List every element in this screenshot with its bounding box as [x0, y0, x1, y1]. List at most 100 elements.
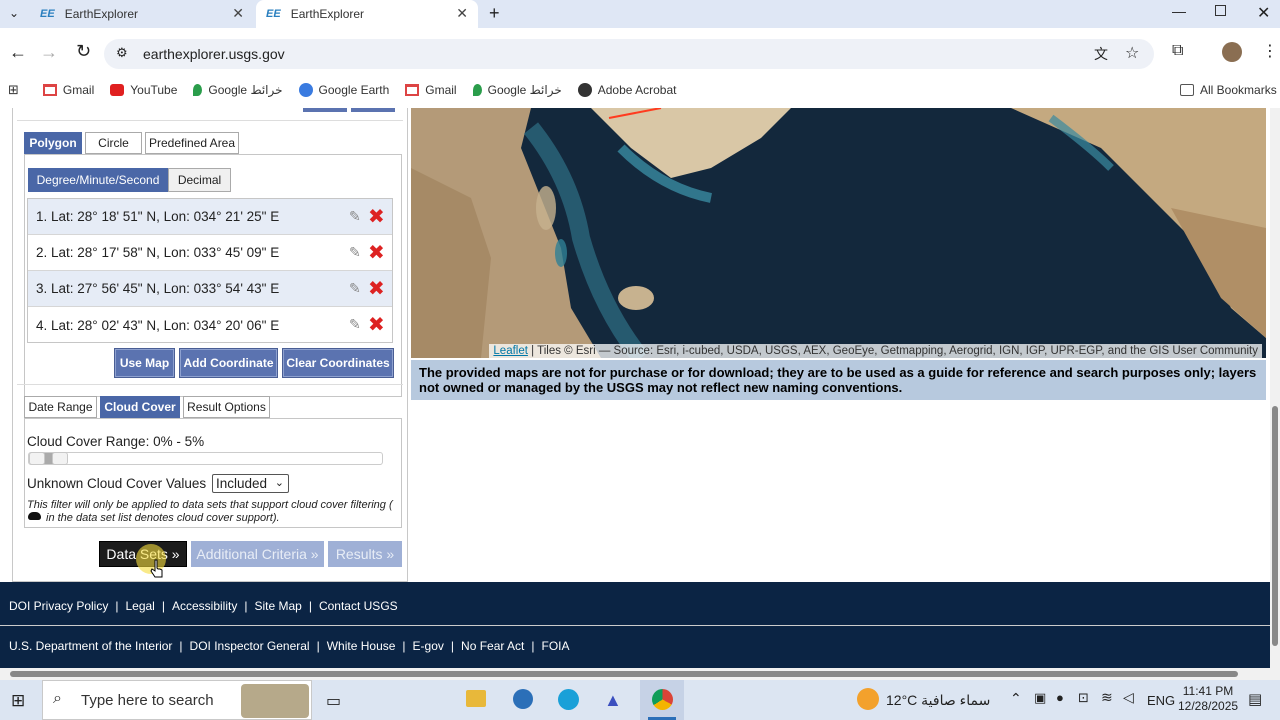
browser-tab-2[interactable]: EE EarthExplorer ✕: [256, 0, 478, 28]
vertical-scroll-thumb[interactable]: [1272, 406, 1278, 646]
device-icon[interactable]: ▣: [1034, 690, 1046, 706]
leaflet-link[interactable]: Leaflet: [493, 345, 528, 357]
bookmark-adobe-acrobat[interactable]: Adobe Acrobat: [577, 82, 676, 97]
clock[interactable]: 11:41 PM 12/28/2025: [1178, 684, 1238, 714]
tab-predefined-area[interactable]: Predefined Area: [145, 132, 239, 154]
menu-kebab-icon[interactable]: ⋮: [1262, 41, 1278, 61]
profile-avatar[interactable]: [1222, 42, 1242, 62]
volume-icon[interactable]: ◁: [1123, 689, 1134, 706]
coordinate-list: 1. Lat: 28° 18' 51" N, Lon: 034° 21' 25"…: [27, 198, 393, 343]
tab-result-options[interactable]: Result Options: [183, 396, 270, 418]
taskbar-search[interactable]: ⌕ Type here to search: [42, 680, 312, 720]
all-bookmarks[interactable]: All Bookmarks: [1180, 83, 1277, 97]
clear-coordinates-button[interactable]: Clear Coordinates: [282, 348, 394, 378]
windows-start-icon[interactable]: ⊞: [11, 691, 25, 711]
satellite-imagery: [411, 108, 1266, 358]
search-icon: ⌕: [53, 690, 62, 707]
task-view-icon[interactable]: ▭: [326, 691, 341, 711]
reload-icon[interactable]: ↻: [76, 41, 91, 62]
delete-icon[interactable]: ✖: [368, 312, 385, 337]
polygon-box: Degree/Minute/Second Decimal 1. Lat: 28°…: [24, 154, 402, 397]
cloud-cover-slider[interactable]: [28, 452, 383, 465]
tab-circle[interactable]: Circle: [85, 132, 142, 154]
omnibox[interactable]: ⚙ earthexplorer.usgs.gov 文 ☆: [104, 39, 1154, 69]
add-coordinate-button[interactable]: Add Coordinate: [179, 348, 278, 378]
tab-polygon[interactable]: Polygon: [24, 132, 82, 154]
bookmark-google-maps[interactable]: Google خرائط: [193, 83, 283, 97]
slider-handle-max[interactable]: [51, 452, 68, 465]
scrolled-button[interactable]: [351, 108, 395, 112]
edit-icon[interactable]: ✎: [349, 208, 361, 225]
footer-link[interactable]: Legal: [125, 599, 154, 613]
close-tab-icon[interactable]: ✕: [232, 5, 244, 22]
weather-icon[interactable]: [857, 688, 879, 710]
search-app-icon[interactable]: [513, 689, 533, 709]
unknown-cloud-cover-select[interactable]: Included ⌄: [212, 474, 289, 493]
delete-icon[interactable]: ✖: [368, 240, 385, 265]
extensions-icon[interactable]: ⧉: [1172, 42, 1183, 60]
browser-tab-1[interactable]: EE EarthExplorer ✕: [30, 0, 254, 28]
bookmark-google-earth[interactable]: Google Earth: [298, 82, 389, 97]
site-info-icon[interactable]: ⚙: [116, 45, 128, 61]
restore-icon[interactable]: [1215, 5, 1226, 16]
bookmark-gmail-2[interactable]: Gmail: [405, 83, 457, 97]
notifications-icon[interactable]: ▤: [1248, 690, 1262, 708]
additional-criteria-button[interactable]: Additional Criteria »: [191, 541, 324, 567]
footer-link[interactable]: White House: [327, 639, 396, 653]
coordinate-text: 3. Lat: 27° 56' 45" N, Lon: 033° 54' 43"…: [36, 281, 280, 296]
window-close-icon[interactable]: ✕: [1257, 3, 1270, 23]
footer-link[interactable]: No Fear Act: [461, 639, 524, 653]
back-icon[interactable]: ←: [9, 42, 27, 63]
results-button[interactable]: Results »: [328, 541, 402, 567]
show-hidden-icons-icon[interactable]: ⌃: [1010, 690, 1022, 707]
bookmark-google-maps-2[interactable]: Google خرائط: [472, 83, 562, 97]
microphone-icon[interactable]: ●: [1056, 690, 1064, 705]
photos-app-icon[interactable]: ▲: [604, 690, 622, 711]
apps-grid-icon[interactable]: ⊞: [8, 82, 19, 98]
footer-link[interactable]: FOIA: [542, 639, 570, 653]
bookmark-star-icon[interactable]: ☆: [1125, 43, 1139, 63]
windows-taskbar: ⊞ ⌕ Type here to search ▭ ▲ 12°C سماء صا…: [0, 680, 1280, 720]
edit-icon[interactable]: ✎: [349, 316, 361, 333]
tab-decimal[interactable]: Decimal: [168, 168, 231, 192]
forward-icon[interactable]: →: [40, 42, 58, 63]
bookmark-gmail[interactable]: Gmail: [42, 83, 94, 97]
footer-link[interactable]: U.S. Department of the Interior: [9, 639, 172, 653]
map-view[interactable]: Leaflet | Tiles © Esri — Source: Esri, i…: [411, 108, 1266, 358]
tab-cloud-cover[interactable]: Cloud Cover: [100, 396, 180, 418]
horizontal-scroll-thumb[interactable]: [10, 671, 1238, 677]
footer-link[interactable]: Accessibility: [172, 599, 237, 613]
weather-text[interactable]: 12°C سماء صافية: [886, 680, 990, 720]
chrome-taskbar-button[interactable]: [640, 680, 684, 720]
close-tab-icon[interactable]: ✕: [456, 5, 468, 22]
tab-search-chevron-icon[interactable]: ⌄: [9, 6, 19, 20]
footer-link[interactable]: DOI Privacy Policy: [9, 599, 108, 613]
scrolled-button[interactable]: [303, 108, 347, 112]
use-map-button[interactable]: Use Map: [114, 348, 175, 378]
bookmark-youtube[interactable]: YouTube: [110, 83, 177, 97]
horizontal-scrollbar[interactable]: [0, 668, 1280, 680]
wifi-icon[interactable]: ≋: [1101, 689, 1113, 706]
language-indicator[interactable]: ENG: [1147, 680, 1175, 720]
tab-date-range[interactable]: Date Range: [24, 396, 97, 418]
cloud-cover-box: Cloud Cover Range: 0% - 5% Unknown Cloud…: [24, 418, 402, 528]
url-text[interactable]: earthexplorer.usgs.gov: [143, 46, 285, 62]
network-icon[interactable]: ⊡: [1078, 690, 1089, 706]
edit-icon[interactable]: ✎: [349, 244, 361, 261]
minimize-icon[interactable]: —: [1172, 3, 1186, 19]
vertical-scrollbar[interactable]: [1270, 108, 1280, 668]
edit-icon[interactable]: ✎: [349, 280, 361, 297]
delete-icon[interactable]: ✖: [368, 204, 385, 229]
slider-handle-min[interactable]: [29, 452, 45, 465]
file-explorer-icon[interactable]: [466, 690, 486, 707]
map-disclaimer: The provided maps are not for purchase o…: [411, 360, 1266, 400]
translate-icon[interactable]: 文: [1094, 44, 1108, 64]
footer-link[interactable]: E-gov: [413, 639, 444, 653]
delete-icon[interactable]: ✖: [368, 276, 385, 301]
edge-icon[interactable]: [558, 689, 579, 710]
tab-degree-minute-second[interactable]: Degree/Minute/Second: [28, 168, 168, 192]
footer-link[interactable]: Contact USGS: [319, 599, 398, 613]
new-tab-icon[interactable]: +: [489, 3, 500, 24]
footer-link[interactable]: Site Map: [254, 599, 301, 613]
footer-link[interactable]: DOI Inspector General: [190, 639, 310, 653]
